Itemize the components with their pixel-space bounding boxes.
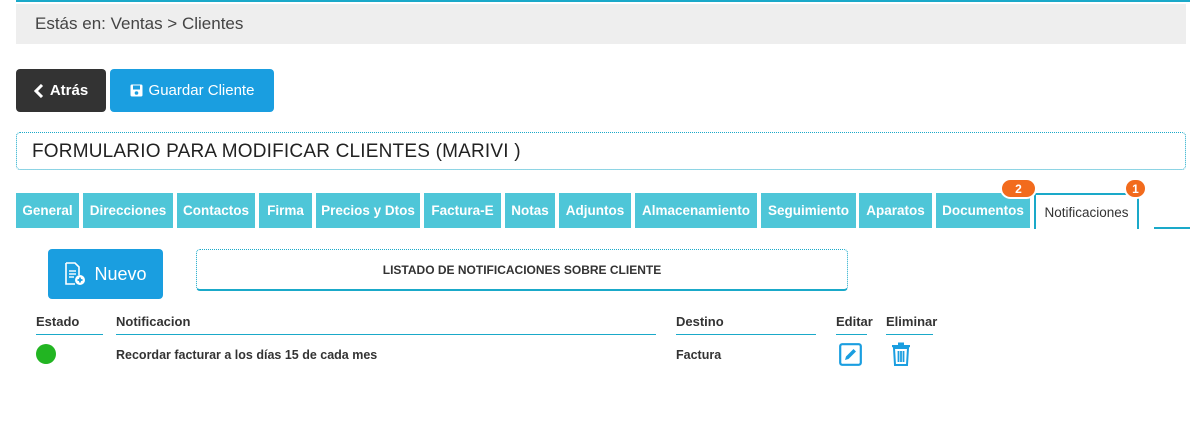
tab-contactos[interactable]: Contactos bbox=[177, 193, 255, 228]
new-document-icon bbox=[65, 262, 86, 285]
back-button-label: Atrás bbox=[49, 82, 89, 99]
edit-icon[interactable] bbox=[839, 343, 862, 371]
trash-icon[interactable] bbox=[891, 342, 911, 371]
tab-adjuntos[interactable]: Adjuntos bbox=[559, 193, 631, 228]
save-client-button-label: Guardar Cliente bbox=[148, 82, 255, 99]
tab-bar: General Direcciones Contactos Firma Prec… bbox=[16, 178, 1190, 229]
column-header-destino: Destino bbox=[676, 314, 816, 335]
tab-seguimiento[interactable]: Seguimiento bbox=[761, 193, 856, 228]
chevron-left-icon bbox=[33, 83, 43, 98]
column-header-editar: Editar bbox=[836, 314, 873, 335]
save-client-button[interactable]: Guardar Cliente bbox=[110, 69, 274, 112]
documentos-count-badge: 2 bbox=[1000, 178, 1037, 199]
notification-text: Recordar facturar a los días 15 de cada … bbox=[116, 348, 378, 362]
column-header-notificacion: Notificacion bbox=[116, 314, 656, 335]
tab-direcciones[interactable]: Direcciones bbox=[83, 193, 173, 228]
tab-general[interactable]: General bbox=[16, 193, 79, 228]
column-header-estado: Estado bbox=[36, 314, 103, 335]
form-title: FORMULARIO PARA MODIFICAR CLIENTES (MARI… bbox=[16, 132, 1186, 170]
tab-aparatos[interactable]: Aparatos bbox=[859, 193, 932, 228]
tab-notificaciones[interactable]: Notificaciones bbox=[1034, 193, 1139, 229]
notification-destination: Factura bbox=[676, 348, 722, 362]
tab-almacenamiento[interactable]: Almacenamiento bbox=[635, 193, 757, 228]
column-header-eliminar: Eliminar bbox=[886, 314, 937, 335]
top-accent-line bbox=[16, 0, 1190, 2]
tab-precios-dtos[interactable]: Precios y Dtos bbox=[316, 193, 420, 228]
back-button[interactable]: Atrás bbox=[16, 69, 106, 112]
tab-notas[interactable]: Notas bbox=[505, 193, 555, 228]
save-icon bbox=[130, 84, 143, 97]
tab-bar-line bbox=[1154, 227, 1190, 229]
breadcrumb: Estás en: Ventas > Clientes bbox=[16, 4, 1186, 44]
new-notification-button[interactable]: Nuevo bbox=[48, 249, 163, 299]
notificaciones-count-badge: 1 bbox=[1124, 178, 1147, 199]
tab-factura-e[interactable]: Factura-E bbox=[424, 193, 501, 228]
new-notification-button-label: Nuevo bbox=[94, 263, 147, 284]
tab-firma[interactable]: Firma bbox=[259, 193, 312, 228]
notifications-list-title: LISTADO DE NOTIFICACIONES SOBRE CLIENTE bbox=[196, 249, 848, 291]
status-indicator bbox=[36, 344, 56, 364]
